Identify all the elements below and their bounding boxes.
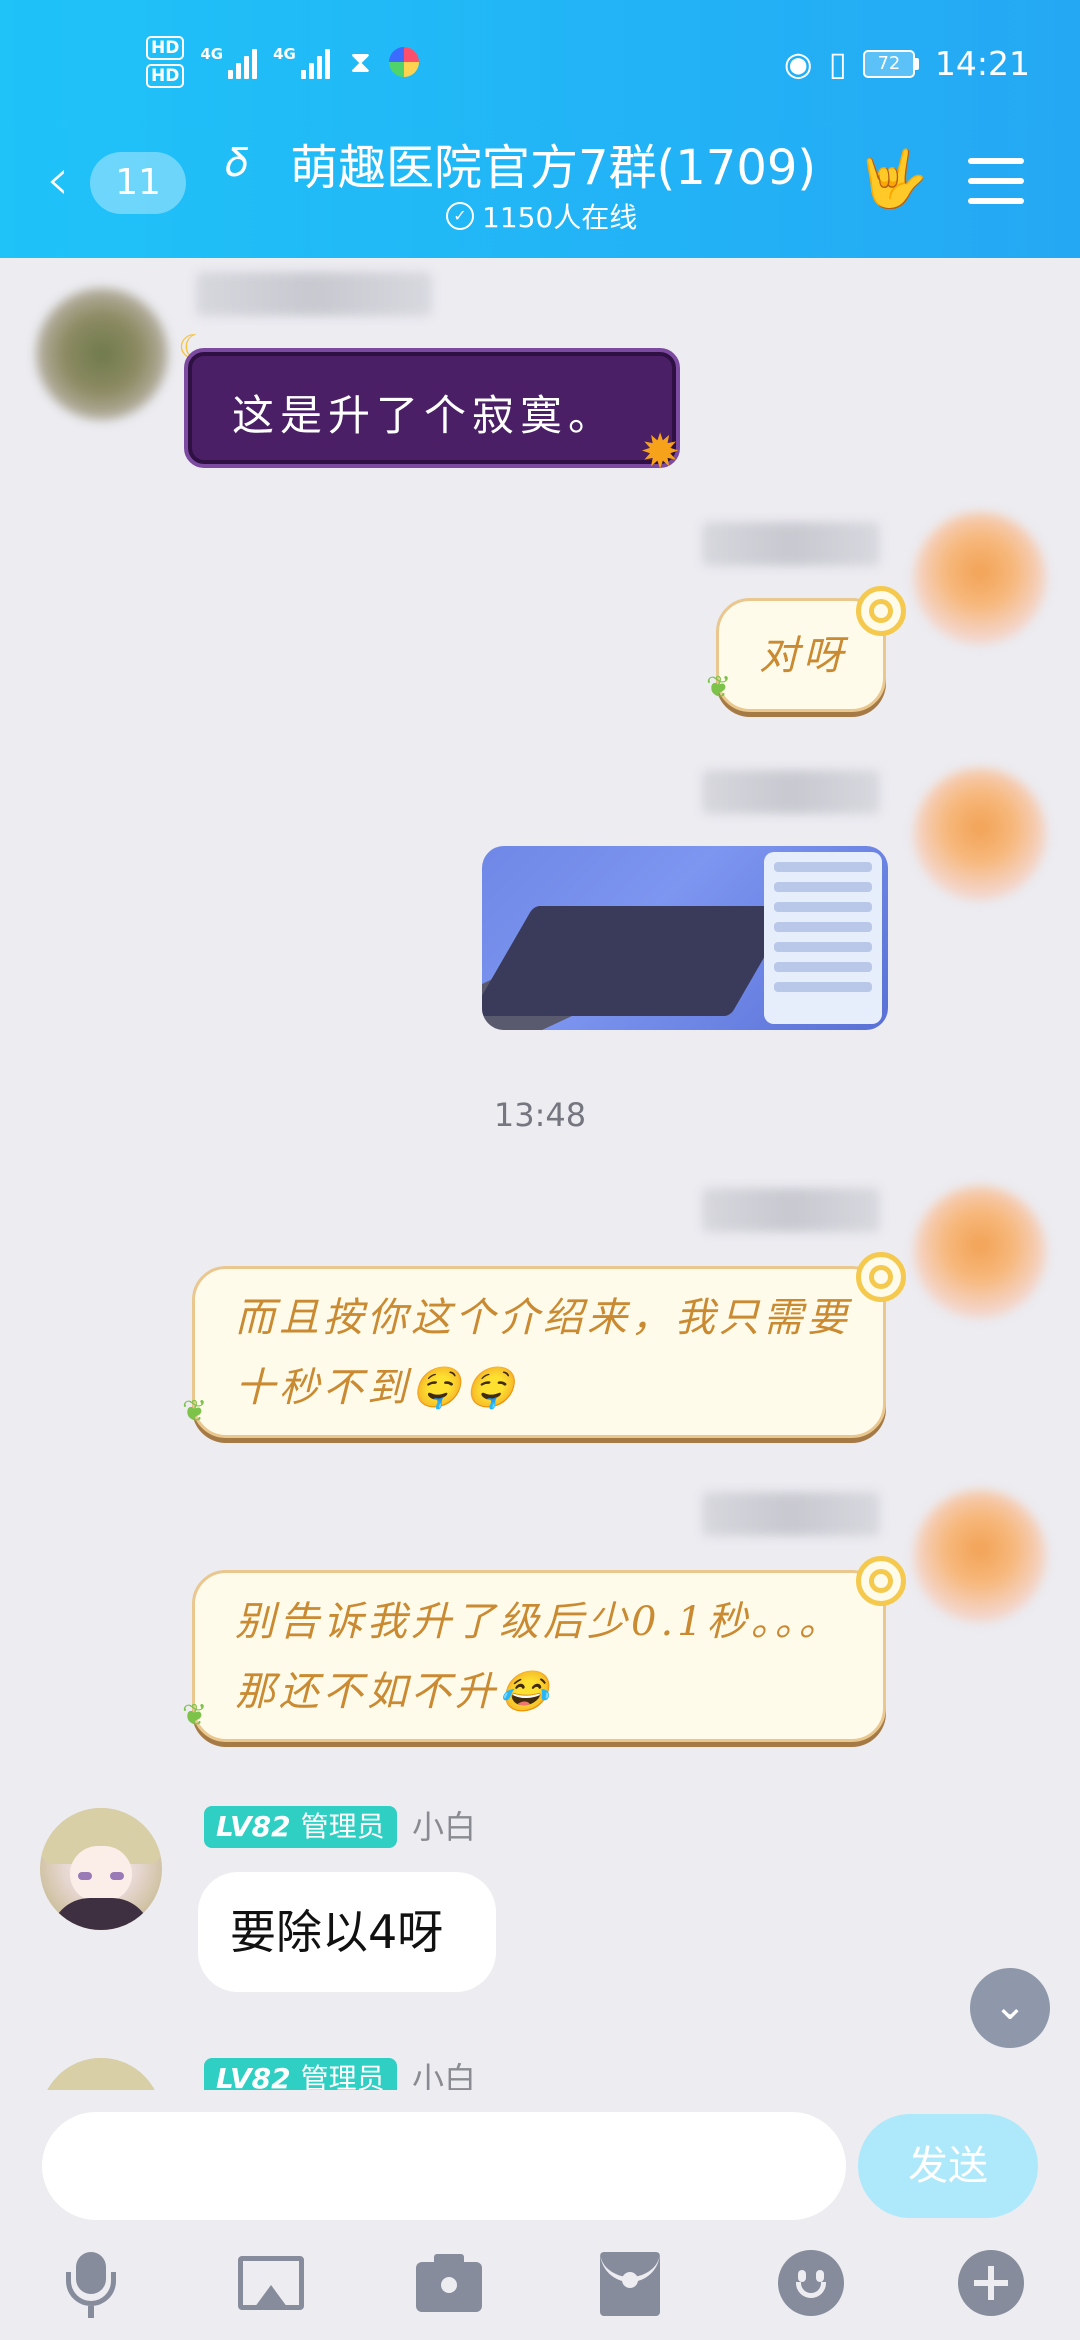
- message-bubble[interactable]: 别告诉我升了级后少0.1秒。。。那还不如不升😂: [192, 1570, 886, 1742]
- message-bubble[interactable]: 这是升了个寂寞。: [184, 348, 680, 468]
- avatar[interactable]: [914, 768, 1046, 900]
- admin-level-badge: LV82 管理员: [204, 2058, 397, 2090]
- send-button[interactable]: 发送: [858, 2114, 1038, 2218]
- menu-icon[interactable]: [968, 158, 1024, 218]
- message-input[interactable]: [42, 2112, 846, 2220]
- sun-swirl-icon: [856, 1556, 906, 1606]
- sender-name-blurred: [702, 522, 880, 566]
- back-chevron-icon[interactable]: ‹: [46, 150, 69, 208]
- network1-label: 4G: [200, 45, 224, 63]
- vibrate-icon: ▯: [828, 44, 847, 83]
- image-message[interactable]: [482, 846, 888, 1030]
- sender-name-blurred: [702, 770, 880, 814]
- signal1-icon: 4G: [200, 45, 258, 79]
- status-bar-right: ◉ ▯ 72 14:21: [784, 44, 1030, 83]
- sun-icon: ✹: [640, 424, 681, 480]
- time-divider: 13:48: [493, 1096, 587, 1134]
- admin-avatar[interactable]: [40, 1808, 162, 1930]
- sender-name-blurred: [196, 272, 432, 316]
- hourglass-icon: ⧗: [349, 44, 371, 80]
- admin-level-badge: LV82 管理员: [204, 1806, 397, 1848]
- toolbar: [0, 2248, 1080, 2328]
- camera-icon[interactable]: [414, 2248, 484, 2318]
- sender-name-blurred: [702, 1492, 880, 1536]
- emoji-icon[interactable]: [776, 2248, 846, 2318]
- message-text: 别告诉我升了级后少0.1秒。。。那还不如不升😂: [235, 1599, 843, 1715]
- message-text: 这是升了个寂寞。: [232, 391, 617, 440]
- check-circle-icon: ✓: [446, 202, 474, 230]
- level-label: LV82: [216, 1810, 291, 1843]
- sender-name-blurred: [702, 1188, 880, 1232]
- leaf-icon: ❦: [182, 1394, 208, 1429]
- role-label: 管理员: [300, 2062, 385, 2090]
- mic-icon[interactable]: [56, 2248, 126, 2318]
- scroll-down-icon[interactable]: ⌄: [970, 1968, 1050, 2048]
- message-text: 对呀: [759, 633, 847, 679]
- hd-indicators: HD HD: [146, 36, 185, 88]
- clock: 14:21: [934, 44, 1030, 83]
- sun-swirl-icon: [856, 1252, 906, 1302]
- level-label: LV82: [216, 2062, 291, 2090]
- network2-label: 4G: [273, 45, 296, 63]
- battery-icon: 72: [862, 49, 919, 78]
- sender-name[interactable]: 小白: [412, 2058, 476, 2090]
- message-bubble[interactable]: 而且按你这个介绍来，我只需要十秒不到🤤🤤: [192, 1266, 886, 1438]
- ear-icon[interactable]: 𝛿: [226, 140, 248, 186]
- chat-area[interactable]: ☾ 这是升了个寂寞。 ✹ 对呀 ❦ 13:48 而且按你这个介绍来，我只需要十秒…: [0, 258, 1080, 2090]
- group-title[interactable]: 萌趣医院官方7群(1709): [290, 128, 816, 198]
- avatar[interactable]: [914, 1490, 1046, 1622]
- message-bubble[interactable]: 要除以4呀: [198, 1872, 496, 1992]
- status-bar-left: HD HD 4G 4G ⧗: [146, 36, 419, 88]
- eye-icon: ◉: [783, 44, 813, 83]
- input-bar: 发送: [0, 2090, 1080, 2340]
- role-label: 管理员: [300, 1810, 385, 1843]
- online-count: 1150人在线: [482, 201, 638, 234]
- app-notification-icon: [388, 47, 419, 77]
- signal2-icon: 4G: [273, 45, 330, 79]
- sender-name[interactable]: 小白: [412, 1806, 476, 1848]
- hd1-badge: HD: [146, 36, 185, 60]
- message-text: 而且按你这个介绍来，我只需要十秒不到🤤🤤: [235, 1295, 851, 1411]
- chat-header: HD HD 4G 4G ⧗ ◉ ▯ 72 14:21 ‹ 11 𝛿 萌趣医院官方…: [0, 0, 1080, 258]
- battery-level: 72: [862, 49, 915, 78]
- message-text: 要除以4呀: [230, 1905, 444, 1959]
- hand-gesture-icon[interactable]: 🤟: [858, 146, 928, 212]
- avatar[interactable]: [914, 1186, 1046, 1318]
- avatar[interactable]: [36, 288, 168, 420]
- avatar[interactable]: [914, 512, 1046, 644]
- admin-avatar[interactable]: [40, 2058, 162, 2090]
- image-icon[interactable]: [236, 2248, 306, 2318]
- leaf-icon: ❦: [706, 670, 732, 705]
- sun-swirl-icon: [856, 586, 906, 636]
- red-envelope-icon[interactable]: [596, 2248, 666, 2318]
- unread-count-badge[interactable]: 11: [90, 152, 186, 214]
- leaf-icon: ❦: [182, 1698, 208, 1733]
- hd2-badge: HD: [146, 64, 185, 88]
- online-status: ✓ 1150人在线: [446, 196, 637, 236]
- plus-icon[interactable]: [956, 2248, 1026, 2318]
